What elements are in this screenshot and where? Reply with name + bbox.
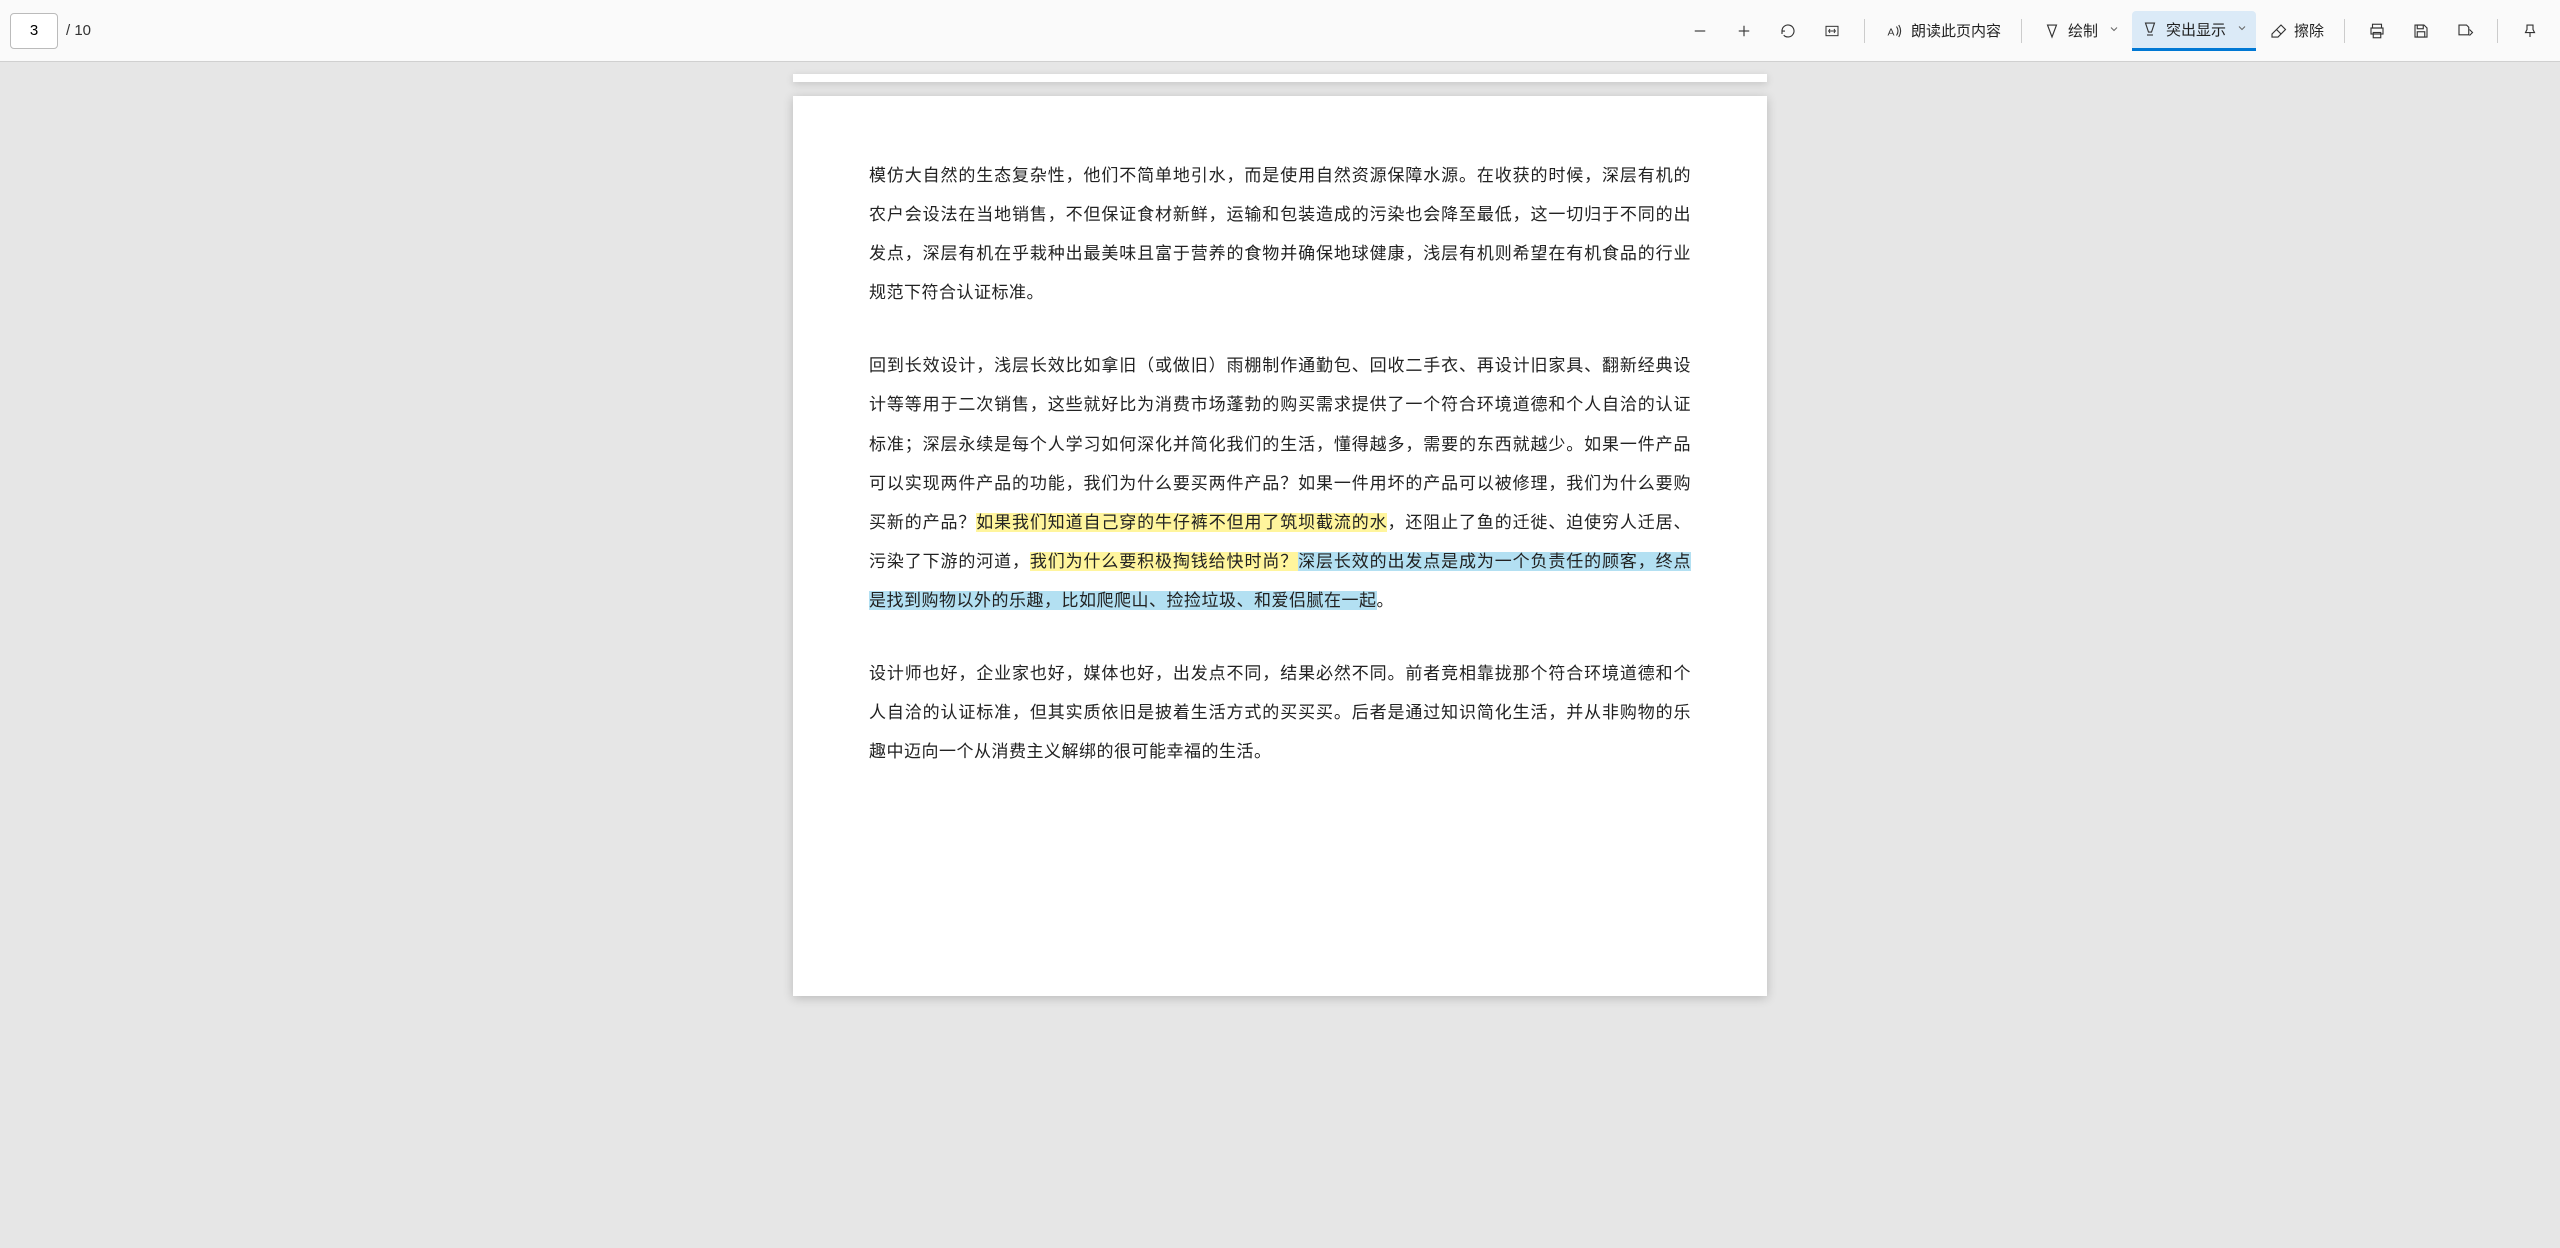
pin-button[interactable] (2510, 11, 2550, 51)
read-aloud-button[interactable]: A 朗读此页内容 (1877, 11, 2009, 51)
rotate-icon (1778, 21, 1798, 41)
chevron-down-icon (2108, 23, 2120, 38)
pdf-page: 模仿大自然的生态复杂性，他们不简单地引水，而是使用自然资源保障水源。在收获的时候… (793, 96, 1767, 996)
toolbar-separator (2021, 19, 2022, 43)
read-aloud-label: 朗读此页内容 (1911, 20, 2001, 41)
toolbar-separator (2497, 19, 2498, 43)
erase-button[interactable]: 擦除 (2260, 11, 2332, 51)
pdf-viewer[interactable]: 模仿大自然的生态复杂性，他们不简单地引水，而是使用自然资源保障水源。在收获的时候… (0, 62, 2560, 1248)
chevron-down-icon (2236, 22, 2248, 37)
paragraph-2: 回到长效设计，浅层长效比如拿旧（或做旧）雨棚制作通勤包、回收二手衣、再设计旧家具… (869, 346, 1691, 620)
page-controls: / 10 (10, 13, 91, 49)
draw-button[interactable]: 绘制 (2034, 11, 2128, 51)
minus-icon (1690, 21, 1710, 41)
fit-page-icon (1822, 21, 1842, 41)
page-number-input[interactable] (10, 13, 58, 49)
highlight-yellow: 如果我们知道自己穿的牛仔裤不但用了筑坝截流的水 (976, 513, 1387, 532)
draw-label: 绘制 (2068, 20, 2098, 41)
pdf-toolbar: / 10 A 朗读此页内容 (0, 0, 2560, 62)
read-aloud-icon: A (1885, 21, 1905, 41)
page-total-label: / 10 (66, 22, 91, 39)
toolbar-separator (1864, 19, 1865, 43)
zoom-out-button[interactable] (1680, 11, 1720, 51)
draw-icon (2042, 21, 2062, 41)
print-button[interactable] (2357, 11, 2397, 51)
highlight-icon (2140, 19, 2160, 39)
svg-text:A: A (1887, 26, 1894, 38)
rotate-button[interactable] (1768, 11, 1808, 51)
plus-icon (1734, 21, 1754, 41)
zoom-in-button[interactable] (1724, 11, 1764, 51)
toolbar-right-group: A 朗读此页内容 绘制 突出显示 (1680, 11, 2550, 51)
pin-icon (2520, 21, 2540, 41)
toolbar-separator (2344, 19, 2345, 43)
highlight-label: 突出显示 (2166, 19, 2226, 40)
highlight-yellow: 我们为什么要积极掏钱给快时尚？ (1030, 552, 1298, 571)
text-plain: 回到长效设计，浅层长效比如拿旧（或做旧）雨棚制作通勤包、回收二手衣、再设计旧家具… (869, 356, 1691, 531)
save-icon (2411, 21, 2431, 41)
page-container: 模仿大自然的生态复杂性，他们不简单地引水，而是使用自然资源保障水源。在收获的时候… (0, 62, 2560, 1036)
save-as-icon (2455, 21, 2475, 41)
erase-icon (2268, 21, 2288, 41)
paragraph-3: 设计师也好，企业家也好，媒体也好，出发点不同，结果必然不同。前者竞相靠拢那个符合… (869, 654, 1691, 771)
previous-page-edge (793, 74, 1767, 82)
paragraph-1: 模仿大自然的生态复杂性，他们不简单地引水，而是使用自然资源保障水源。在收获的时候… (869, 156, 1691, 312)
erase-label: 擦除 (2294, 20, 2324, 41)
save-button[interactable] (2401, 11, 2441, 51)
highlight-button[interactable]: 突出显示 (2132, 11, 2256, 51)
fit-page-button[interactable] (1812, 11, 1852, 51)
print-icon (2367, 21, 2387, 41)
save-as-button[interactable] (2445, 11, 2485, 51)
text-plain: 。 (1377, 591, 1395, 610)
